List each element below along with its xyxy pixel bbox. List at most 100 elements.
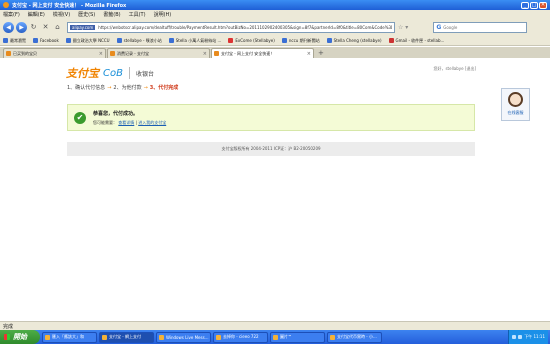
- search-box[interactable]: G: [433, 22, 528, 33]
- bookmarks-toolbar: 最常瀏覽 Facebook 國立政治大學 NCCU stellabye - 噗浪…: [0, 36, 550, 46]
- tab-bought-items[interactable]: 已买到的宝贝 ×: [3, 48, 106, 58]
- page-footer: 支付宝版权所有 2004-2011 ICP证：沪 B2-20050209: [67, 142, 475, 156]
- alipay-logo[interactable]: 支付宝: [66, 65, 99, 81]
- app-icon: [216, 334, 221, 340]
- system-tray: 下午 11:11: [508, 330, 548, 344]
- close-button[interactable]: ✕: [539, 1, 547, 9]
- bookmark-item[interactable]: 國立政治大學 NCCU: [65, 38, 110, 44]
- tab-label: 支付宝 - 网上支付 安全快速！: [221, 50, 275, 56]
- taskbar-button[interactable]: 支付宝 - 網上支付: [99, 331, 154, 343]
- window-title: 支付宝 - 网上支付 安全快速！ - Mozilla Firefox: [12, 2, 127, 9]
- tab-favicon-icon: [110, 51, 115, 56]
- messenger-icon: [159, 334, 164, 340]
- menu-file[interactable]: 檔案(F): [3, 11, 20, 18]
- user-greeting[interactable]: 您好，stellabye [退出]: [433, 66, 476, 72]
- step-confirm: 1、确认代付信息: [67, 85, 106, 91]
- stop-button[interactable]: ✕: [41, 23, 50, 32]
- my-alipay-link[interactable]: 进入我的支付宝: [138, 120, 166, 125]
- taskbar-button[interactable]: 去掉你 - cieeo 722: [213, 331, 268, 343]
- site-identity-button[interactable]: alipay.com: [70, 25, 96, 30]
- menu-tools[interactable]: 工具(T): [129, 11, 146, 18]
- link-separator: |: [135, 119, 137, 125]
- tab-close-icon[interactable]: ×: [307, 51, 311, 57]
- online-support-widget[interactable]: 在线客服: [501, 88, 530, 121]
- cob-logo: CoB: [103, 67, 123, 79]
- taskbar-button[interactable]: 匯入「應該大」和: [42, 331, 97, 343]
- home-button[interactable]: ⌂: [53, 23, 62, 32]
- taskbar: 開始 匯入「應該大」和 支付宝 - 網上支付 Windows Live Mess…: [0, 330, 550, 344]
- navigation-toolbar: ◀ ▶ ↻ ✕ ⌂ alipay.com https://wnbotscr.al…: [0, 19, 550, 36]
- view-details-link[interactable]: 查看详情: [118, 120, 134, 125]
- checkmark-icon: ✔: [74, 111, 86, 124]
- app-icon: [273, 334, 278, 340]
- bookmark-item[interactable]: nccu 期刊新聞站: [281, 38, 320, 44]
- google-icon[interactable]: G: [436, 24, 441, 31]
- facebook-icon: [33, 38, 38, 43]
- status-bar: 完成: [0, 321, 550, 330]
- start-button[interactable]: 開始: [0, 330, 40, 344]
- header-divider: [128, 67, 130, 79]
- url-bar[interactable]: alipay.com https://wnbotscr.alipay.com/d…: [67, 22, 395, 33]
- tray-icon[interactable]: [512, 335, 517, 339]
- taskbar-button[interactable]: 圖片™: [270, 331, 325, 343]
- search-input[interactable]: [443, 25, 520, 30]
- maximize-button[interactable]: □: [530, 1, 538, 9]
- windows-flag-icon: [4, 334, 10, 340]
- bookmark-icon: [281, 38, 287, 43]
- tab-alipay-payment[interactable]: 支付宝 - 网上支付 安全快速！ ×: [211, 48, 314, 58]
- menu-edit[interactable]: 編輯(E): [28, 11, 45, 18]
- firefox-icon: [102, 334, 107, 340]
- tab-label: 已买到的宝贝: [13, 50, 37, 56]
- menu-history[interactable]: 歷史(S): [78, 11, 95, 18]
- success-message-box: ✔ 恭喜您，代付成功。 您可能需要： 查看详情 | 进入我的支付宝: [67, 104, 475, 131]
- tab-consumption-record[interactable]: 消费记录 - 支付宝 ×: [107, 48, 210, 58]
- support-avatar: [508, 92, 523, 107]
- back-button[interactable]: ◀: [3, 22, 14, 33]
- bookmark-item[interactable]: Facebook: [33, 38, 59, 43]
- bookmark-item[interactable]: 最常瀏覽: [3, 38, 26, 44]
- bookmark-icon: [116, 38, 122, 43]
- tab-favicon-icon: [6, 51, 11, 56]
- success-title: 恭喜您，代付成功。: [93, 110, 139, 117]
- title-bar: 支付宝 - 网上支付 安全快速！ - Mozilla Firefox _ □ ✕: [0, 0, 550, 10]
- tab-close-icon[interactable]: ×: [203, 51, 207, 57]
- bookmark-item[interactable]: Stella Cheng (stellabye): [326, 38, 382, 43]
- bookmark-icon: [65, 38, 71, 43]
- url-text[interactable]: https://wnbotscr.alipay.com/dealtuff/tro…: [98, 25, 392, 30]
- menu-view[interactable]: 檢視(V): [53, 11, 70, 18]
- bookmark-icon: [168, 38, 174, 43]
- clock[interactable]: 下午 11:11: [524, 334, 545, 340]
- step-arrow-icon: →: [107, 84, 112, 91]
- bookmark-item[interactable]: ExCome (Stellabye): [228, 38, 275, 43]
- gmail-icon: [388, 38, 394, 43]
- start-label: 開始: [13, 333, 27, 341]
- step-pay: 2、为他付款: [113, 85, 142, 91]
- bookmark-item[interactable]: Stella 小萬人氣粉絲站 ...: [168, 38, 221, 44]
- bookmark-item[interactable]: stellabye - 噗浪小站: [116, 38, 162, 44]
- heart-icon: [228, 38, 234, 43]
- minimize-button[interactable]: _: [521, 1, 529, 9]
- reload-button[interactable]: ↻: [29, 23, 38, 32]
- tray-icon[interactable]: [518, 335, 523, 339]
- new-tab-button[interactable]: +: [318, 49, 324, 57]
- firefox-icon: [3, 2, 9, 8]
- forward-button[interactable]: ▶: [16, 22, 27, 33]
- step-complete: 3、代付完成: [149, 85, 179, 91]
- tab-bar: 已买到的宝贝 × 消费记录 - 支付宝 × 支付宝 - 网上支付 安全快速！ ×…: [0, 47, 550, 58]
- taskbar-button[interactable]: Windows Live Mess...: [156, 331, 211, 343]
- success-prefix: 您可能需要：: [93, 119, 117, 125]
- menu-bookmarks[interactable]: 書籤(B): [103, 11, 120, 18]
- success-links: 您可能需要： 查看详情 | 进入我的支付宝: [93, 120, 166, 126]
- tab-close-icon[interactable]: ×: [99, 51, 103, 57]
- status-text: 完成: [3, 323, 14, 330]
- support-label[interactable]: 在线客服: [502, 110, 529, 116]
- bookmark-star-icon[interactable]: ☆ ▾: [398, 24, 408, 31]
- page-header: 支付宝 CoB 收银台 您好，stellabye [退出]: [66, 63, 476, 83]
- bookmark-item[interactable]: Gmail - 收件匣 - stellab...: [388, 38, 444, 44]
- menu-bar: 檔案(F) 編輯(E) 檢視(V) 歷史(S) 書籤(B) 工具(T) 說明(H…: [0, 10, 550, 19]
- tab-favicon-icon: [214, 51, 219, 56]
- app-icon: [45, 334, 50, 340]
- menu-help[interactable]: 說明(H): [154, 11, 172, 18]
- taskbar-button[interactable]: 支付宝代币實時 - 小...: [327, 331, 382, 343]
- step-arrow-icon: →: [143, 84, 148, 91]
